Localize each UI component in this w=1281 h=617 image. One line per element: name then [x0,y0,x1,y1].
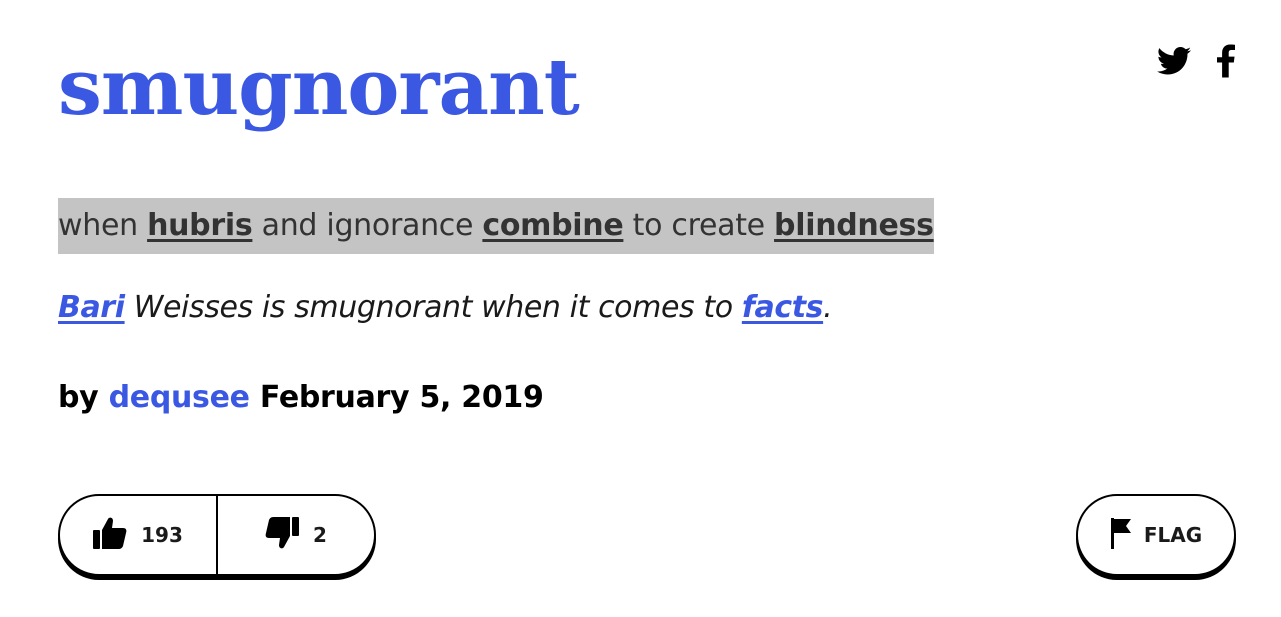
contributor-line: by dequsee February 5, 2019 [58,380,544,415]
example-link-facts[interactable]: facts [742,290,824,325]
facebook-icon[interactable] [1217,44,1235,82]
flag-icon [1110,517,1132,554]
contributor-date: February 5, 2019 [259,380,544,415]
example-text-1: Weisses is smugnorant when it comes to [124,290,742,325]
contributor-by: by [58,380,99,415]
upvote-button[interactable]: 193 [60,496,218,574]
definition-example: Bari Weisses is smugnorant when it comes… [58,290,833,325]
meaning-link-blindness[interactable]: blindness [774,208,934,243]
flag-label: FLAG [1143,523,1203,547]
definition-meaning: when hubris and ignorance combine to cre… [58,198,934,254]
downvote-count: 2 [313,523,327,547]
meaning-text-2: and ignorance [252,208,483,243]
upvote-count: 193 [141,523,183,547]
vote-buttons: 193 2 [58,494,376,576]
example-link-bari[interactable]: Bari [58,290,125,325]
thumbs-down-icon [265,516,300,554]
downvote-button[interactable]: 2 [218,496,374,574]
thumbs-up-icon [93,517,127,554]
definition-word[interactable]: smugnorant [58,38,580,138]
meaning-link-combine[interactable]: combine [482,208,623,243]
example-text-2: . [823,290,833,325]
contributor-author-link[interactable]: dequsee [109,380,250,415]
meaning-text-1: when [58,208,148,243]
meaning-link-hubris[interactable]: hubris [147,208,253,243]
twitter-icon[interactable] [1157,46,1191,80]
flag-button[interactable]: FLAG [1076,494,1236,576]
share-links [1157,44,1235,82]
meaning-text-3: to create [623,208,775,243]
